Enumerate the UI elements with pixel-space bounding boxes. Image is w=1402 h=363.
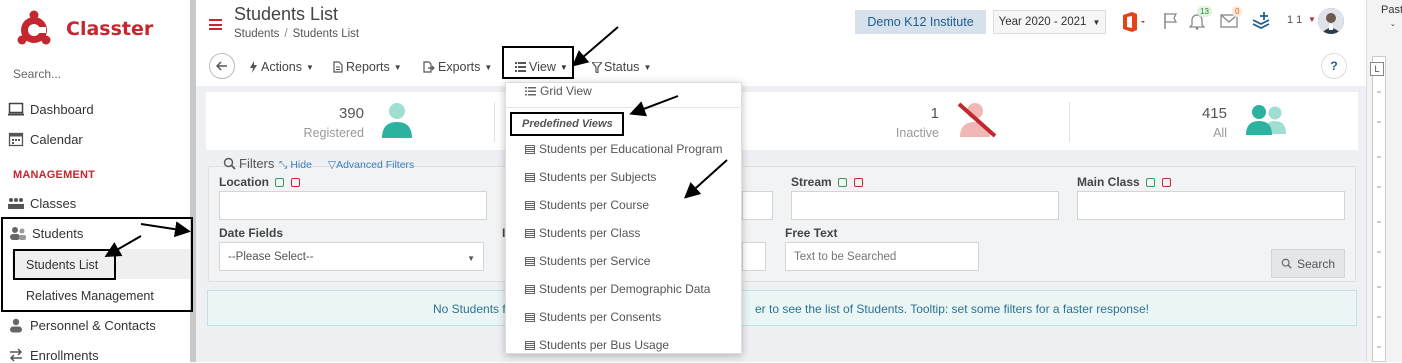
annotation-arrows: [104, 26, 728, 257]
